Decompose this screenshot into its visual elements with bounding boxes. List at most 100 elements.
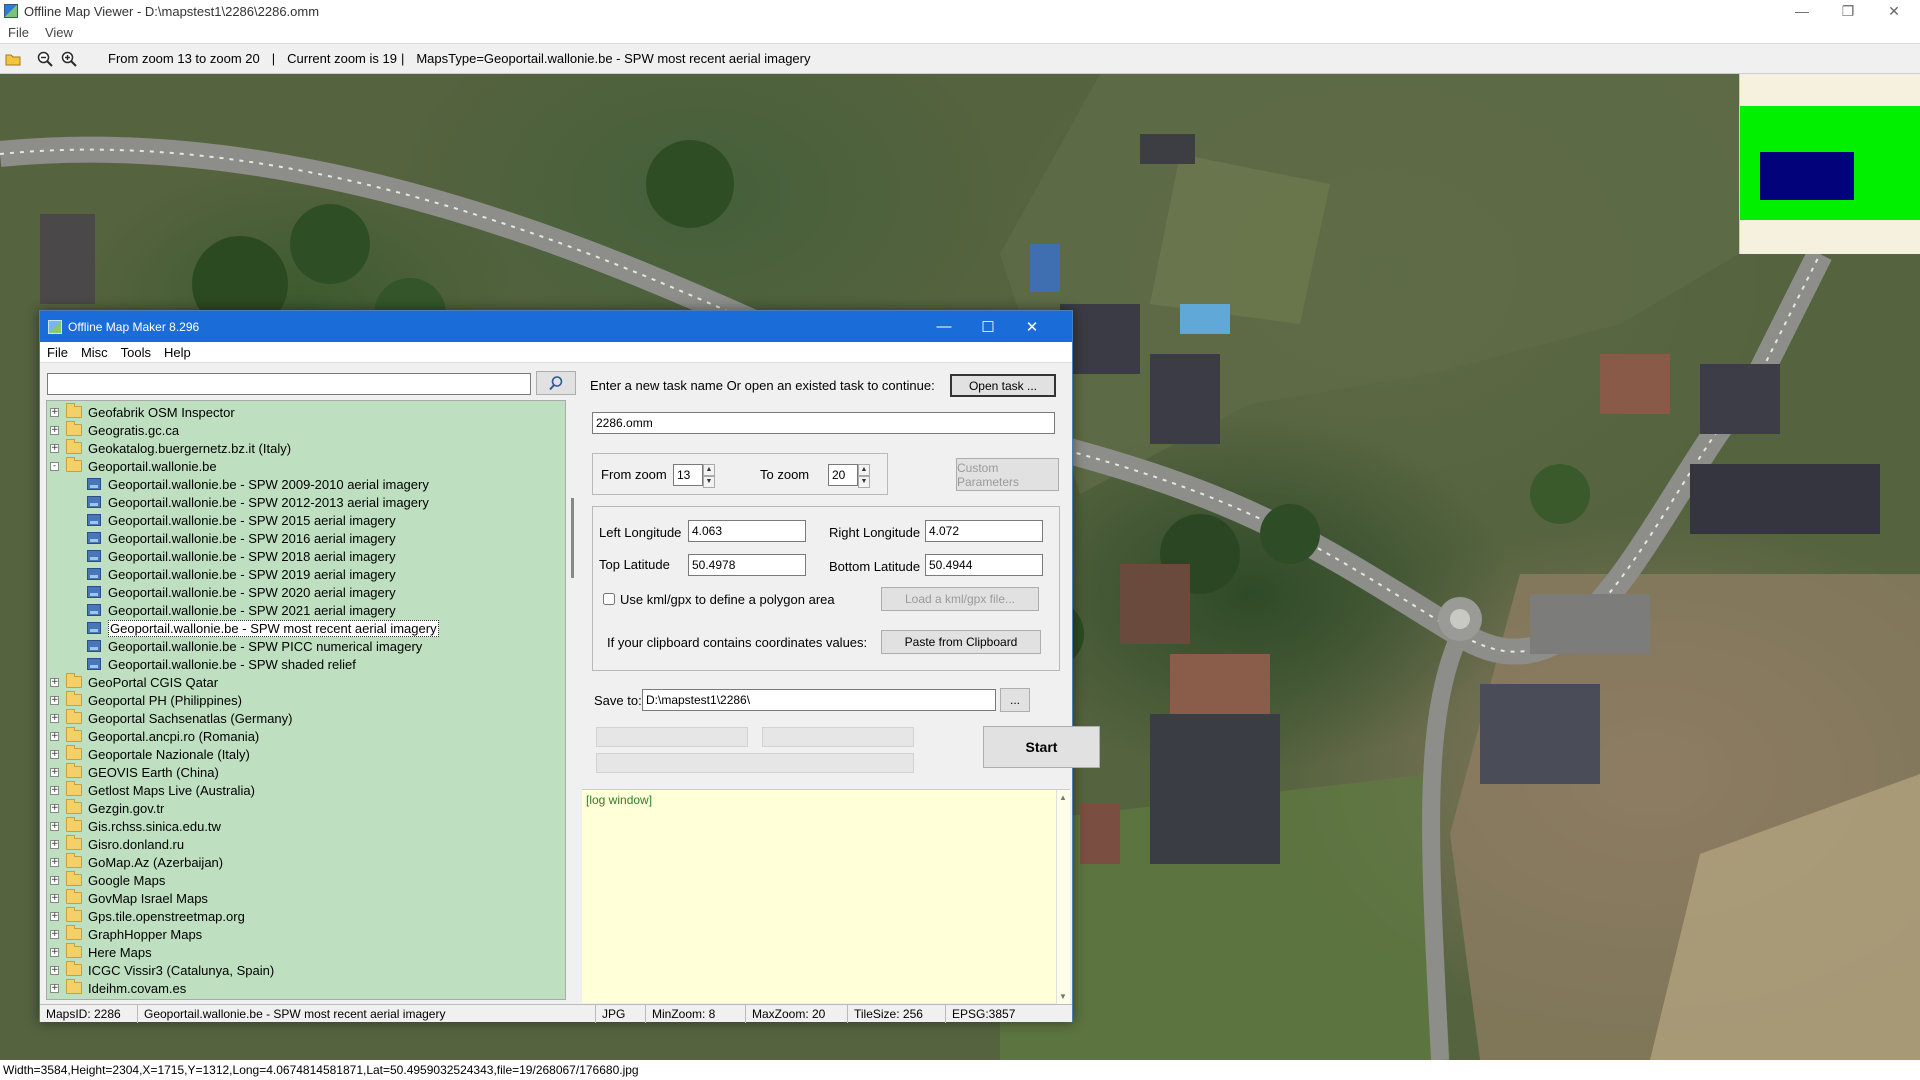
log-window[interactable]: [log window] ▲ ▼: [582, 789, 1070, 1004]
map-layer-icon: [87, 622, 101, 634]
tree-folder-item[interactable]: + Geoportal Sachsenatlas (Germany): [50, 709, 292, 727]
tree-folder-item[interactable]: + GoMap.Az (Azerbaijan): [50, 853, 223, 871]
zoom-out-icon[interactable]: [34, 48, 56, 70]
viewer-menu-file[interactable]: File: [0, 25, 37, 40]
expand-icon[interactable]: +: [50, 677, 59, 687]
tree-folder-item[interactable]: + Geoportal.ancpi.ro (Romania): [50, 727, 259, 745]
tree-folder-item[interactable]: + Geokatalog.buergernetz.bz.it (Italy): [50, 439, 291, 457]
map-source-tree[interactable]: + Geofabrik OSM Inspector + Geogratis.gc.ca…: [46, 400, 566, 1000]
close-icon[interactable]: ✕: [1872, 0, 1916, 22]
tree-folder-item[interactable]: + Google Maps: [50, 871, 165, 889]
expand-icon[interactable]: +: [50, 785, 59, 795]
tree-folder-item[interactable]: + Ideihm.covam.es: [50, 979, 186, 997]
open-folder-icon[interactable]: [2, 48, 24, 70]
start-button[interactable]: Start: [983, 726, 1100, 768]
tree-map-item[interactable]: Geoportail.wallonie.be - SPW most recent…: [87, 619, 439, 637]
to-zoom-input[interactable]: [828, 464, 858, 486]
tree-map-item[interactable]: Geoportail.wallonie.be - SPW 2012-2013 a…: [87, 493, 429, 511]
expand-icon[interactable]: +: [50, 893, 59, 903]
expand-icon[interactable]: +: [50, 839, 59, 849]
tree-folder-item[interactable]: - Geoportail.wallonie.be: [50, 457, 217, 475]
expand-icon[interactable]: +: [50, 767, 59, 777]
tree-folder-item[interactable]: + Here Maps: [50, 943, 152, 961]
tree-folder-item[interactable]: + GovMap Israel Maps: [50, 889, 208, 907]
expand-icon[interactable]: +: [50, 425, 59, 435]
kml-polygon-checkbox[interactable]: [603, 593, 615, 605]
expand-icon[interactable]: +: [50, 875, 59, 885]
expand-icon[interactable]: +: [50, 695, 59, 705]
tree-map-item[interactable]: Geoportail.wallonie.be - SPW 2018 aerial…: [87, 547, 396, 565]
omm-menu-file[interactable]: File: [40, 345, 74, 360]
tree-folder-item[interactable]: + Gps.tile.openstreetmap.org: [50, 907, 245, 925]
search-input[interactable]: [47, 373, 531, 395]
minimize-icon[interactable]: —: [922, 311, 966, 342]
paste-from-clipboard-button[interactable]: Paste from Clipboard: [881, 630, 1041, 654]
minimap[interactable]: [1739, 74, 1920, 254]
load-kml-button[interactable]: Load a kml/gpx file...: [881, 587, 1039, 611]
tree-map-item[interactable]: Geoportail.wallonie.be - SPW shaded reli…: [87, 655, 356, 673]
tree-folder-item[interactable]: + GEOVIS Earth (China): [50, 763, 219, 781]
expand-icon[interactable]: +: [50, 857, 59, 867]
expand-icon[interactable]: +: [50, 731, 59, 741]
tree-folder-item[interactable]: + Geoportal PH (Philippines): [50, 691, 242, 709]
collapse-icon[interactable]: -: [50, 461, 59, 471]
tree-map-item[interactable]: Geoportail.wallonie.be - SPW PICC numeri…: [87, 637, 422, 655]
tree-folder-item[interactable]: + Geoportale Nazionale (Italy): [50, 745, 250, 763]
tree-folder-item[interactable]: + GraphHopper Maps: [50, 925, 202, 943]
scroll-down-icon[interactable]: ▼: [1059, 992, 1067, 1001]
scroll-up-icon[interactable]: ▲: [1059, 793, 1067, 802]
omm-menu-misc[interactable]: Misc: [74, 345, 114, 360]
expand-icon[interactable]: +: [50, 749, 59, 759]
log-scrollbar[interactable]: ▲ ▼: [1056, 790, 1070, 1004]
expand-icon[interactable]: +: [50, 443, 59, 453]
tree-folder-item[interactable]: + Gisro.donland.ru: [50, 835, 184, 853]
tree-folder-item[interactable]: + GeoPortal CGIS Qatar: [50, 673, 218, 691]
expand-icon[interactable]: +: [50, 947, 59, 957]
tree-folder-item[interactable]: + Getlost Maps Live (Australia): [50, 781, 255, 799]
tree-folder-item[interactable]: + Geofabrik OSM Inspector: [50, 403, 235, 421]
tree-folder-item[interactable]: + Geogratis.gc.ca: [50, 421, 179, 439]
zoom-in-icon[interactable]: [58, 48, 80, 70]
tree-item-label: Google Maps: [88, 872, 166, 888]
tree-map-item[interactable]: Geoportail.wallonie.be - SPW 2009-2010 a…: [87, 475, 429, 493]
open-task-button[interactable]: Open task ...: [950, 374, 1056, 397]
tree-folder-item[interactable]: + Gis.rchss.sinica.edu.tw: [50, 817, 221, 835]
expand-icon[interactable]: +: [50, 407, 59, 417]
viewer-menu-view[interactable]: View: [37, 25, 81, 40]
expand-icon[interactable]: +: [50, 965, 59, 975]
task-name-input[interactable]: [592, 412, 1055, 434]
omm-menu-help[interactable]: Help: [157, 345, 197, 360]
tree-map-item[interactable]: Geoportail.wallonie.be - SPW 2020 aerial…: [87, 583, 396, 601]
save-path-input[interactable]: [642, 689, 996, 711]
tree-item-label: Geoportail.wallonie.be - SPW 2018 aerial…: [108, 548, 396, 564]
expand-icon[interactable]: +: [50, 803, 59, 813]
maximize-icon[interactable]: ☐: [966, 311, 1010, 342]
custom-parameters-button[interactable]: Custom Parameters: [956, 458, 1059, 491]
tree-map-item[interactable]: Geoportail.wallonie.be - SPW 2021 aerial…: [87, 601, 396, 619]
expand-icon[interactable]: +: [50, 911, 59, 921]
search-button[interactable]: [536, 371, 576, 395]
browse-folder-button[interactable]: ...: [1000, 688, 1030, 712]
tree-map-item[interactable]: Geoportail.wallonie.be - SPW 2015 aerial…: [87, 511, 396, 529]
from-zoom-stepper[interactable]: ▲ ▼: [703, 464, 715, 488]
left-longitude-input[interactable]: [688, 520, 806, 542]
tree-scrollbar[interactable]: [571, 498, 574, 578]
status-maps-id: MapsID: 2286: [40, 1004, 138, 1023]
bottom-latitude-input[interactable]: [925, 554, 1043, 576]
from-zoom-input[interactable]: [673, 464, 703, 486]
expand-icon[interactable]: +: [50, 821, 59, 831]
tree-map-item[interactable]: Geoportail.wallonie.be - SPW 2019 aerial…: [87, 565, 396, 583]
minimize-icon[interactable]: —: [1780, 0, 1824, 22]
expand-icon[interactable]: +: [50, 929, 59, 939]
restore-icon[interactable]: ❐: [1826, 0, 1870, 22]
tree-folder-item[interactable]: + Gezgin.gov.tr: [50, 799, 164, 817]
close-icon[interactable]: ✕: [1010, 311, 1054, 342]
to-zoom-stepper[interactable]: ▲ ▼: [858, 464, 870, 488]
top-latitude-input[interactable]: [688, 554, 806, 576]
expand-icon[interactable]: +: [50, 713, 59, 723]
tree-map-item[interactable]: Geoportail.wallonie.be - SPW 2016 aerial…: [87, 529, 396, 547]
omm-menu-tools[interactable]: Tools: [114, 345, 157, 360]
expand-icon[interactable]: +: [50, 983, 59, 993]
right-longitude-input[interactable]: [925, 520, 1043, 542]
tree-folder-item[interactable]: + ICGC Vissir3 (Catalunya, Spain): [50, 961, 274, 979]
